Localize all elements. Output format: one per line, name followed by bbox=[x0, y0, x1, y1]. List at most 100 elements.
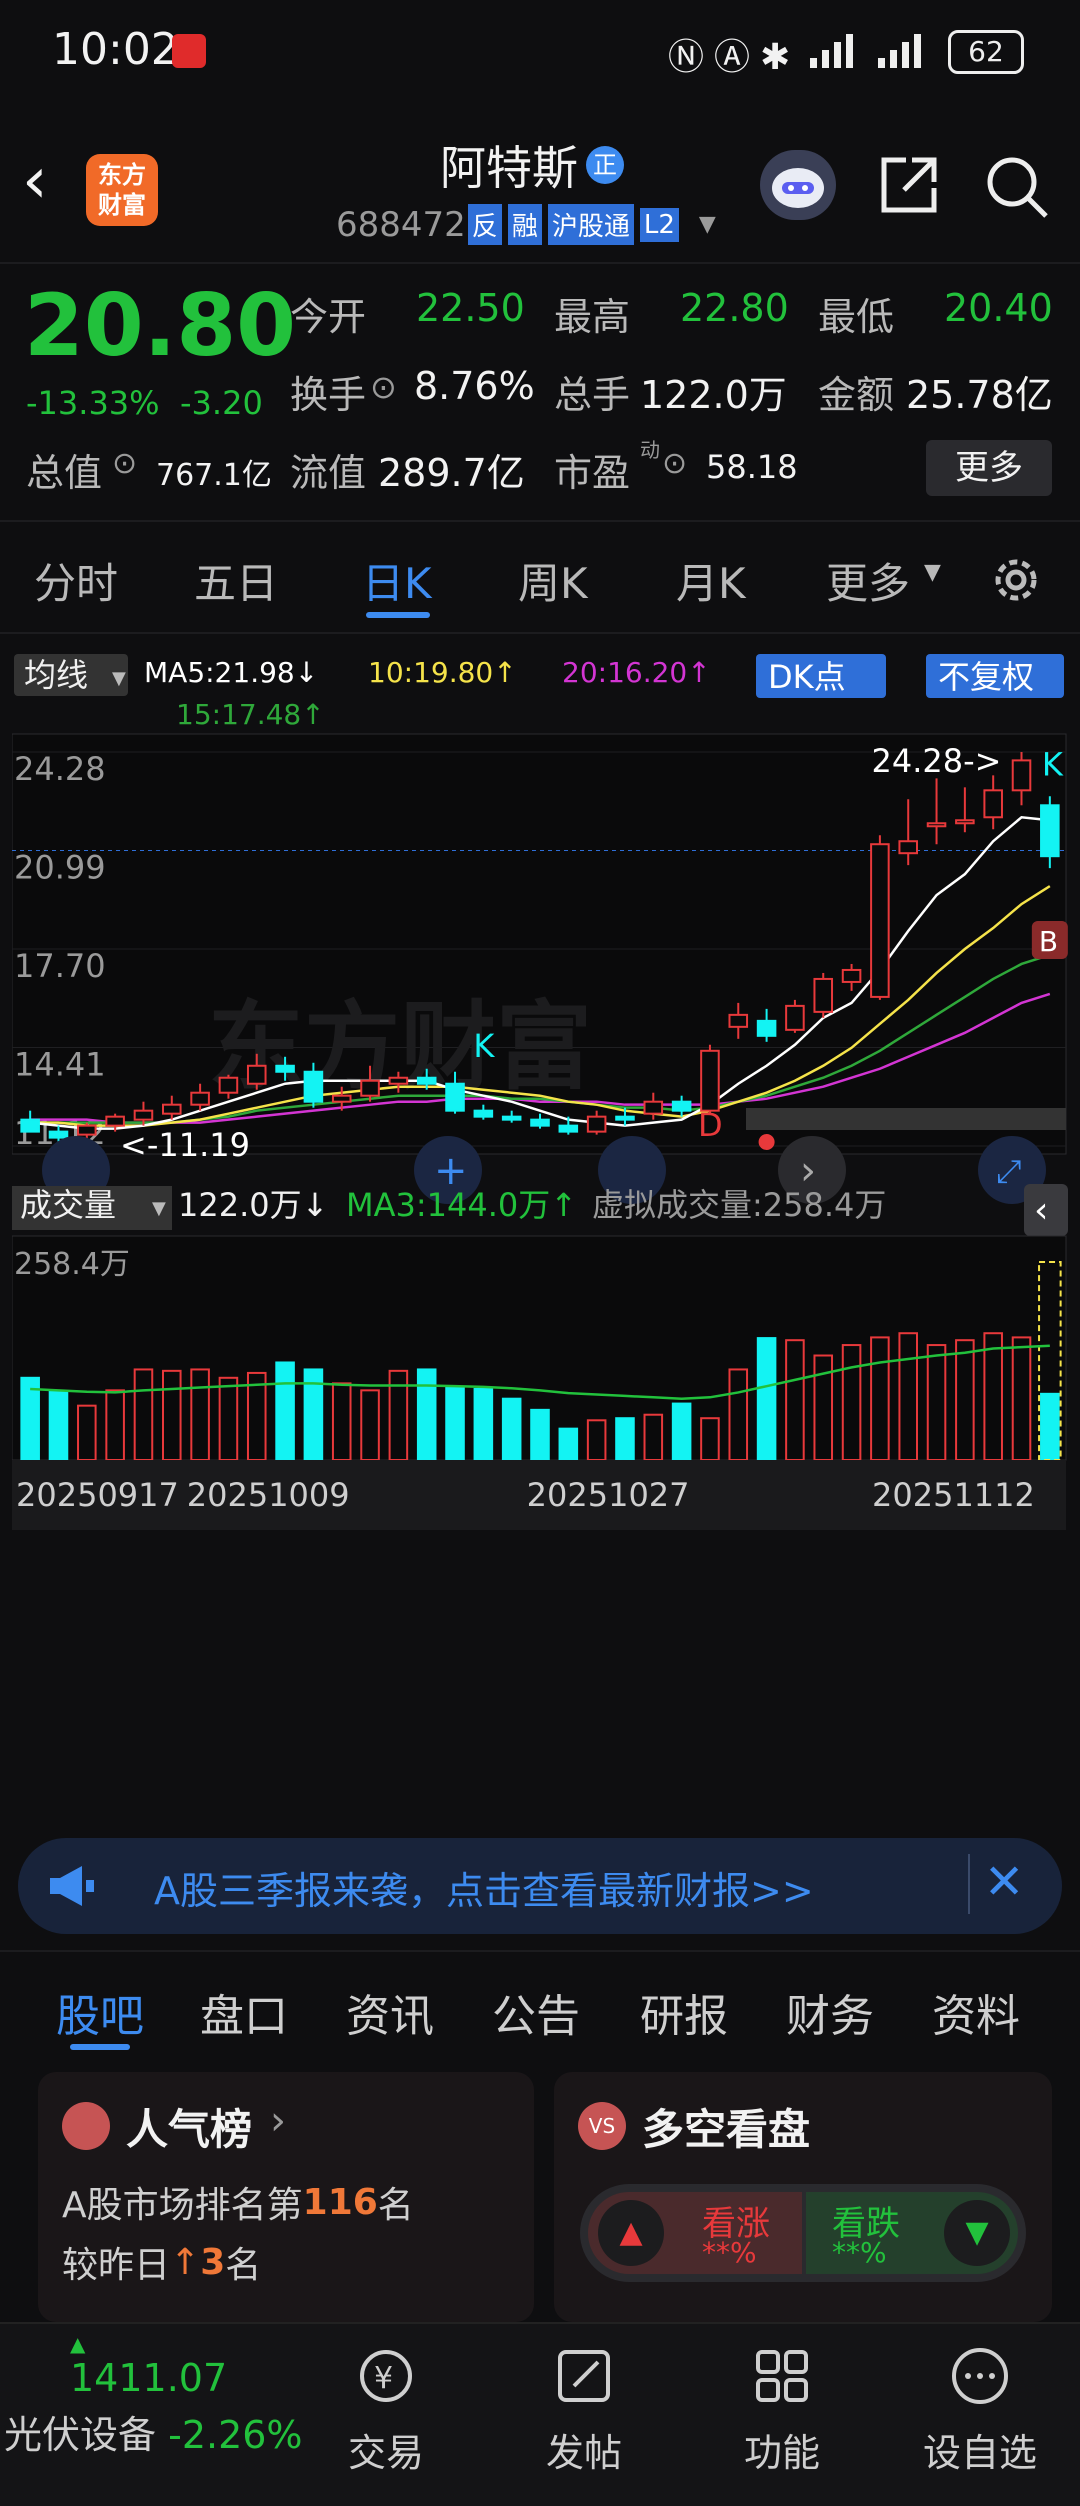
back-icon[interactable]: ‹ bbox=[22, 144, 48, 218]
status-time: 10:02 bbox=[52, 24, 179, 75]
info-icon[interactable]: ⊙ bbox=[662, 446, 687, 481]
open-value: 22.50 bbox=[416, 286, 525, 330]
tab-weekly-k[interactable]: 周K bbox=[518, 550, 588, 611]
stock-title: 阿特斯 正 bbox=[440, 132, 624, 198]
tab-financials[interactable]: 财务 bbox=[786, 1980, 874, 2044]
sentiment-bar: ▲ 看涨 **% 看跌 **% ▼ bbox=[580, 2184, 1026, 2282]
volume-bar bbox=[473, 1387, 494, 1462]
volume-bar bbox=[1011, 1336, 1032, 1461]
candle-body bbox=[841, 968, 862, 983]
banner-text: A股三季报来袭，点击查看最新财报>> bbox=[154, 1869, 814, 1913]
k-signal-mark: K bbox=[473, 1027, 495, 1065]
tab-daily-k[interactable]: 日K bbox=[362, 550, 432, 611]
active-tab-indicator bbox=[366, 612, 430, 618]
volume-value: 122.0万↓ bbox=[178, 1186, 328, 1224]
price-tick-label: 24.28 bbox=[14, 750, 106, 788]
bear-button[interactable]: 看跌 **% ▼ bbox=[806, 2192, 1018, 2274]
sentiment-card[interactable]: VS 多空看盘 ▲ 看涨 **% 看跌 **% ▼ bbox=[554, 2072, 1052, 2322]
popularity-card[interactable]: 人气榜 › A股市场排名第 116 名 较昨日 ↑ 3 名 bbox=[38, 2072, 534, 2322]
tag: 沪股通 bbox=[547, 204, 634, 245]
megaphone-icon bbox=[46, 1864, 98, 1912]
candle-body bbox=[445, 1082, 465, 1112]
tab-orderbook[interactable]: 盘口 bbox=[200, 1980, 288, 2044]
price-tick-label: 14.41 bbox=[14, 1046, 106, 1084]
stock-code: 688472 bbox=[336, 204, 466, 245]
info-icon[interactable]: ⊙ bbox=[112, 446, 137, 481]
kline-chart[interactable]: 均线 ▼ MA5:21.98↓ 10:19.80↑ 20:16.20↑ 15:1… bbox=[11, 640, 1068, 1820]
nav-watchlist[interactable]: 设自选 bbox=[910, 2344, 1050, 2477]
ma5-value: MA5:21.98↓ bbox=[144, 656, 318, 689]
max-price-annotation: 24.28-> bbox=[872, 742, 1002, 780]
rank-change: 3 bbox=[200, 2241, 226, 2283]
tab-profile[interactable]: 资料 bbox=[932, 1980, 1020, 2044]
d-signal-mark: D bbox=[698, 1106, 723, 1144]
float-label: 流值 bbox=[290, 451, 367, 495]
share-icon[interactable] bbox=[876, 152, 942, 222]
float-value: 289.7亿 bbox=[378, 451, 525, 495]
candle-body bbox=[48, 1130, 69, 1139]
volume-bar bbox=[388, 1369, 409, 1462]
tab-research[interactable]: 研报 bbox=[640, 1980, 728, 2044]
change-pct: -13.33% bbox=[26, 384, 160, 422]
date-tick-label: 20251009 bbox=[187, 1476, 350, 1514]
open-label: 今开 bbox=[290, 295, 367, 339]
tab-intraday[interactable]: 分时 bbox=[34, 550, 118, 611]
gear-icon[interactable] bbox=[986, 550, 1046, 614]
volume-bar bbox=[1040, 1392, 1060, 1462]
candle-body bbox=[473, 1109, 494, 1118]
candle-body bbox=[756, 1019, 777, 1037]
pe-value: 58.18 bbox=[706, 448, 798, 486]
tab-forum[interactable]: 股吧 bbox=[56, 1980, 144, 2044]
candle-body bbox=[955, 819, 975, 825]
volume-bar bbox=[275, 1361, 295, 1462]
chevron-down-icon: ▼ bbox=[112, 668, 126, 689]
candle-body bbox=[615, 1115, 635, 1121]
close-icon[interactable]: ✕ bbox=[984, 1854, 1024, 1910]
arrow-down-icon: ▼ bbox=[944, 2200, 1010, 2266]
tab-announcements[interactable]: 公告 bbox=[492, 1980, 580, 2044]
candle-body bbox=[501, 1115, 522, 1121]
nav-post[interactable]: 发帖 bbox=[514, 2344, 654, 2477]
search-icon[interactable] bbox=[984, 154, 1050, 224]
tag: 融 bbox=[507, 204, 542, 245]
status-icons: ⓃⒶ✱ bbox=[668, 37, 801, 78]
ma20-value: 20:16.20↑ bbox=[562, 656, 711, 689]
ma-selector-label: 均线 bbox=[24, 656, 88, 694]
bull-button[interactable]: ▲ 看涨 **% bbox=[588, 2192, 802, 2274]
nav-trade[interactable]: ¥ 交易 bbox=[316, 2344, 456, 2477]
rank-icon bbox=[62, 2102, 110, 2150]
volume-bar bbox=[926, 1344, 947, 1461]
volume-bar bbox=[870, 1336, 890, 1461]
tab-more[interactable]: 更多 bbox=[826, 550, 910, 611]
period-tabs: 分时 五日 日K 周K 月K 更多 ▼ bbox=[0, 520, 1080, 634]
tag: 反 bbox=[467, 204, 502, 245]
virtual-volume: 虚拟成交量:258.4万 bbox=[592, 1186, 886, 1224]
ma10-value: 10:19.80↑ bbox=[368, 656, 517, 689]
robot-assistant-icon[interactable] bbox=[760, 150, 836, 220]
candle-body bbox=[1040, 804, 1060, 858]
volume-bar bbox=[416, 1368, 437, 1462]
earnings-banner[interactable]: A股三季报来袭，点击查看最新财报>> ✕ bbox=[18, 1838, 1062, 1934]
stock-name: 阿特斯 bbox=[440, 141, 578, 195]
volume-axis-max: 258.4万 bbox=[14, 1247, 130, 1282]
sector-index[interactable]: ▲ 1411.07 光伏设备 -2.26% bbox=[4, 2332, 304, 2459]
candle-body bbox=[870, 843, 890, 998]
more-button[interactable]: 更多 bbox=[926, 440, 1052, 496]
volume-bar bbox=[955, 1339, 975, 1461]
tab-5day[interactable]: 五日 bbox=[194, 550, 278, 611]
stock-code-row[interactable]: 688472 反 融 沪股通 L2 ▼ bbox=[336, 204, 716, 245]
info-icon[interactable]: ⊙ bbox=[370, 368, 397, 406]
trade-icon: ¥ bbox=[316, 2344, 456, 2412]
candle-body bbox=[20, 1118, 40, 1133]
date-tick-label: 20250917 bbox=[16, 1476, 179, 1514]
nav-functions[interactable]: 功能 bbox=[712, 2344, 852, 2477]
formal-badge: 正 bbox=[586, 146, 624, 184]
candle-body bbox=[360, 1079, 380, 1097]
tab-news[interactable]: 资讯 bbox=[346, 1980, 434, 2044]
index-change: -2.26% bbox=[168, 2413, 303, 2457]
tab-monthly-k[interactable]: 月K bbox=[676, 550, 746, 611]
candle-body bbox=[162, 1103, 182, 1115]
index-line: 光伏设备 -2.26% bbox=[4, 2404, 304, 2459]
price-tick-label: 17.70 bbox=[14, 947, 106, 985]
candle-body bbox=[926, 822, 947, 828]
